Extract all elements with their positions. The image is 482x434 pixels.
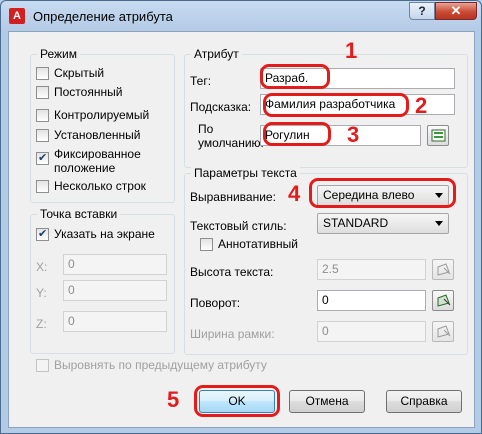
rotation-label: Поворот: (190, 296, 241, 310)
boundary-width-pick-button[interactable] (432, 321, 454, 342)
insert-field-icon (431, 129, 446, 142)
preset-checkbox[interactable] (36, 129, 49, 142)
dialog-body: Режим Скрытый Постоянный Контролируемый … (8, 31, 475, 428)
verify-label: Контролируемый (54, 108, 150, 122)
y-input[interactable]: 0 (63, 280, 167, 301)
text-style-value: STANDARD (323, 216, 389, 230)
y-label: Y: (36, 286, 47, 300)
mode-group-title: Режим (37, 47, 80, 61)
multiple-lines-label: Несколько строк (54, 179, 146, 193)
cancel-button[interactable]: Отмена (289, 390, 365, 413)
rotation-pick-button[interactable] (432, 290, 454, 311)
chevron-down-icon (435, 193, 443, 198)
z-label: Z: (36, 317, 47, 331)
x-label: X: (36, 260, 48, 274)
z-input[interactable]: 0 (63, 311, 167, 332)
pick-point-icon (437, 263, 451, 276)
justification-label: Выравнивание: (190, 190, 276, 204)
annotative-label: Аннотативный (218, 237, 298, 251)
text-height-pick-button[interactable] (432, 259, 454, 280)
annotative-checkbox[interactable] (200, 238, 213, 251)
boundary-width-input[interactable]: 0 (317, 321, 426, 342)
window-title: Определение атрибута (33, 9, 173, 24)
justification-value: Середина влево (323, 188, 415, 202)
callout-number-5: 5 (167, 387, 180, 412)
align-below-previous-label: Выровнять по предыдущему атрибуту (54, 358, 267, 372)
rotation-input[interactable]: 0 (317, 290, 426, 311)
insert-field-button[interactable] (427, 125, 449, 146)
attribute-group-title: Атрибут (191, 47, 242, 61)
tag-input[interactable]: Разраб. (260, 68, 455, 89)
text-settings-group-title: Параметры текста (191, 166, 300, 180)
preset-label: Установленный (54, 128, 141, 142)
x-input[interactable]: 0 (63, 254, 167, 275)
justification-select[interactable]: Середина влево (317, 185, 449, 206)
specify-on-screen-checkbox[interactable] (36, 227, 49, 241)
help-button[interactable]: Справка (386, 390, 462, 413)
verify-checkbox[interactable] (36, 109, 49, 122)
callout-number-1: 1 (345, 38, 358, 63)
prompt-label: Подсказка: (190, 100, 252, 114)
text-style-label: Текстовый стиль: (190, 219, 287, 233)
attribute-definition-dialog: A Определение атрибута ? ✕ Режим Скрытый… (0, 0, 482, 434)
default-label: По умолчанию: (198, 122, 264, 150)
callout-number-2: 2 (415, 93, 428, 118)
hidden-label: Скрытый (54, 66, 105, 80)
chevron-down-icon (435, 221, 443, 226)
autocad-logo-icon: A (9, 8, 25, 24)
pick-point-icon (437, 294, 451, 307)
lock-position-checkbox[interactable] (36, 151, 49, 165)
text-style-select[interactable]: STANDARD (317, 213, 449, 234)
constant-checkbox[interactable] (36, 86, 49, 99)
text-height-input[interactable]: 2.5 (317, 259, 426, 280)
callout-number-4: 4 (288, 181, 301, 206)
pick-point-icon (437, 325, 451, 338)
align-below-previous-checkbox[interactable] (36, 359, 49, 372)
tag-label: Тег: (190, 74, 212, 88)
close-button[interactable]: ✕ (435, 2, 477, 20)
hidden-checkbox[interactable] (36, 67, 49, 80)
multiple-lines-checkbox[interactable] (36, 180, 49, 193)
callout-number-3: 3 (347, 122, 360, 147)
constant-label: Постоянный (54, 85, 123, 99)
insertion-point-group-title: Точка вставки (37, 207, 121, 221)
lock-position-label: Фиксированное положение (54, 147, 141, 175)
default-input[interactable]: Рогулин (260, 125, 421, 146)
specify-on-screen-label: Указать на экране (54, 227, 155, 241)
ok-button[interactable]: OK (199, 390, 275, 413)
title-bar[interactable]: A Определение атрибута ? ✕ (1, 1, 481, 31)
help-title-button[interactable]: ? (409, 2, 435, 20)
text-height-label: Высота текста: (190, 265, 274, 279)
boundary-width-label: Ширина рамки: (190, 327, 275, 341)
